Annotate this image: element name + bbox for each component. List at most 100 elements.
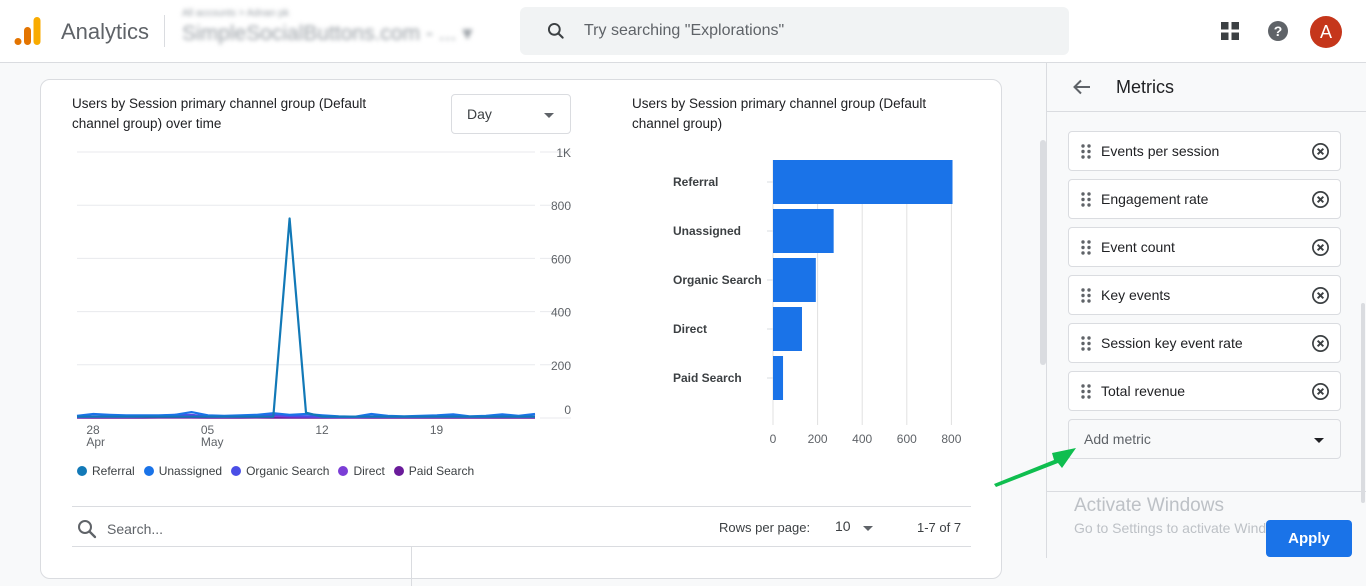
x-tick-label: 19 [430,423,444,437]
legend-label: Paid Search [409,464,474,478]
exploration-card: Users by Session primary channel group (… [40,79,1002,579]
top-app-bar: Analytics All accounts > Adnan pk Simple… [0,0,1366,63]
remove-metric-icon[interactable] [1311,382,1330,401]
legend-dot-icon [144,466,154,476]
legend-label: Organic Search [246,464,329,478]
add-metric-dropdown[interactable]: Add metric [1068,419,1341,459]
main-content: Users by Session primary channel group (… [0,64,1046,558]
apps-grid-icon[interactable] [1221,22,1239,40]
table-search-input[interactable] [107,517,288,541]
property-name: SimpleSocialButtons.com - ... ▾ [182,21,473,46]
panel-scrollbar[interactable] [1361,303,1365,503]
metric-label: Key events [1101,287,1170,303]
account-avatar[interactable]: A [1310,16,1342,48]
table-search[interactable] [77,517,377,541]
remove-metric-icon[interactable] [1311,190,1330,209]
x-tick-label: 0 [770,432,777,446]
remove-metric-icon[interactable] [1311,142,1330,161]
category-label: Paid Search [673,371,742,385]
panel-footer-divider [1047,491,1366,492]
y-tick-label: 1K [556,146,571,160]
analytics-logo-icon[interactable] [14,16,42,46]
metric-chip[interactable]: Event count [1068,227,1341,267]
drag-handle-icon[interactable] [1081,240,1091,255]
series-line-referral [77,219,535,417]
header-divider [164,15,165,47]
app-name: Analytics [61,19,149,45]
legend-label: Unassigned [159,464,222,478]
category-label: Organic Search [673,273,762,287]
legend-item[interactable]: Organic Search [231,464,329,478]
drag-handle-icon[interactable] [1081,192,1091,207]
remove-metric-icon[interactable] [1311,286,1330,305]
windows-activation-watermark: Activate Windows Go to Settings to activ… [1074,495,1295,536]
bar[interactable] [773,307,802,351]
category-label: Unassigned [673,224,741,238]
drag-handle-icon[interactable] [1081,144,1091,159]
pagination-range: 1-7 of 7 [917,520,961,535]
add-metric-label: Add metric [1084,431,1151,447]
metric-chip[interactable]: Key events [1068,275,1341,315]
y-tick-label: 800 [551,199,571,213]
y-tick-label: 200 [551,359,571,373]
metric-chip[interactable]: Engagement rate [1068,179,1341,219]
bar[interactable] [773,209,834,253]
search-icon [546,21,566,41]
metric-label: Engagement rate [1101,191,1208,207]
caret-down-icon [544,113,554,118]
annotation-arrow-icon [990,440,1080,490]
y-tick-label: 0 [564,403,571,417]
bar[interactable] [773,258,816,302]
line-chart-legend: Referral Unassigned Organic Search Direct Pa… [77,464,474,478]
bar-chart: 02004006008001KReferralUnassignedOrganic… [621,140,981,460]
rows-per-page-label: Rows per page: [719,520,810,535]
x-tick-label: 600 [897,432,917,446]
x-tick-label: 400 [852,432,872,446]
remove-metric-icon[interactable] [1311,238,1330,257]
panel-title: Metrics [1116,77,1174,98]
bar[interactable] [773,160,953,204]
legend-item[interactable]: Direct [338,464,384,478]
metrics-panel: Metrics Events per session Engagement rat… [1046,63,1366,558]
rows-per-page-select[interactable]: 10 [835,518,851,534]
metric-chip[interactable]: Events per session [1068,131,1341,171]
metric-label: Total revenue [1101,383,1185,399]
svg-text:?: ? [1274,23,1283,39]
bar[interactable] [773,356,783,400]
metric-chip[interactable]: Session key event rate [1068,323,1341,363]
legend-item[interactable]: Referral [77,464,135,478]
line-chart-title: Users by Session primary channel group (… [72,94,366,134]
global-search-input[interactable] [584,7,1044,55]
drag-handle-icon[interactable] [1081,384,1091,399]
panel-header: Metrics [1047,63,1366,112]
metric-label: Events per session [1101,143,1219,159]
granularity-value: Day [467,106,492,122]
legend-dot-icon [394,466,404,476]
x-tick-month: May [201,435,224,449]
y-tick-label: 400 [551,306,571,320]
legend-label: Referral [92,464,135,478]
help-icon[interactable]: ? [1268,21,1288,41]
category-label: Direct [673,322,707,336]
line-chart: 02004006008001K28Apr05May1219 [41,140,601,470]
table-column-divider [411,546,412,586]
back-arrow-icon[interactable] [1072,77,1092,97]
legend-dot-icon [231,466,241,476]
legend-label: Direct [353,464,384,478]
apply-button[interactable]: Apply [1266,520,1352,557]
metric-chip[interactable]: Total revenue [1068,371,1341,411]
drag-handle-icon[interactable] [1081,288,1091,303]
table-divider [72,506,971,507]
metric-label: Event count [1101,239,1175,255]
legend-item[interactable]: Paid Search [394,464,474,478]
x-tick-month: Apr [86,435,105,449]
legend-item[interactable]: Unassigned [144,464,222,478]
caret-down-icon[interactable] [863,526,873,531]
category-label: Referral [673,175,718,189]
remove-metric-icon[interactable] [1311,334,1330,353]
drag-handle-icon[interactable] [1081,336,1091,351]
global-search[interactable] [520,7,1069,55]
metric-label: Session key event rate [1101,335,1243,351]
granularity-select[interactable]: Day [451,94,571,134]
account-property-picker[interactable]: All accounts > Adnan pk SimpleSocialButt… [182,8,473,46]
